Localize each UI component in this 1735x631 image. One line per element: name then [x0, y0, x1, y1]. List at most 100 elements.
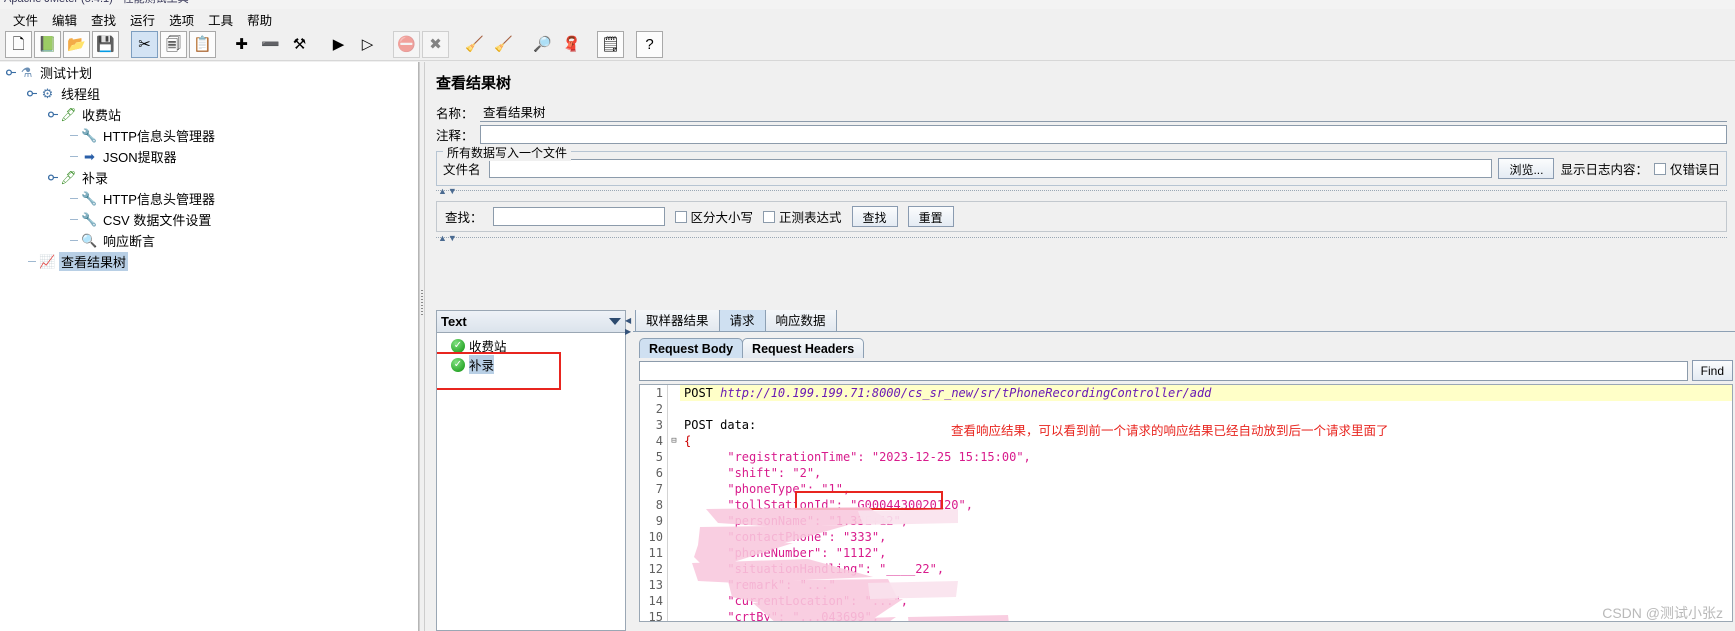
open-button[interactable]: 📂 [63, 31, 90, 58]
code-line-number: 1 [655, 386, 663, 400]
code-fold-spacer [668, 609, 680, 621]
tree-expand-handle-icon[interactable] [6, 67, 17, 78]
tree-node[interactable]: ⚙ 线程组 [0, 83, 418, 104]
function-helper-button[interactable]: 🗒 [597, 31, 624, 58]
start-button[interactable]: ▶ [325, 31, 352, 58]
detail-tab[interactable]: 取样器结果 [635, 310, 720, 331]
code-segment: "registrationTime": "2023-12-25 15:15:00… [684, 450, 1031, 464]
menu-search[interactable]: 查找 [84, 9, 123, 30]
tree-node[interactable]: 🔧 CSV 数据文件设置 [0, 209, 418, 230]
annotation-note: 查看响应结果，可以看到前一个请求的响应结果已经自动放到后一个请求里面了 [951, 424, 1389, 438]
code-segment: "situationHandling": "____22", [684, 562, 945, 576]
new-button[interactable]: 🗋 [5, 31, 32, 58]
collapse-all-button[interactable]: ➖ [257, 31, 284, 58]
find-row: Find [639, 360, 1733, 381]
regex-checkbox-box[interactable] [763, 210, 776, 223]
tree-node[interactable]: 📈 查看结果树 [0, 251, 418, 272]
help-button[interactable]: ? [636, 31, 663, 58]
results-detail-splitter[interactable] [625, 310, 633, 631]
sampler-detail-pane: 取样器结果 请求 响应数据 Request Body Request Headers … [633, 310, 1735, 631]
results-list[interactable]: ✓ 收费站 ✓ 补录 [437, 333, 625, 630]
search-find-button[interactable]: 查找 [851, 206, 898, 227]
error-only-checkbox[interactable]: 仅错误日 [1653, 159, 1720, 178]
result-list-item[interactable]: ✓ 补录 [437, 355, 625, 374]
tree-node[interactable]: 🔧 HTTP信息头管理器 [0, 188, 418, 209]
tree-leaf-icon [69, 214, 80, 225]
name-row: 名称： [426, 101, 1735, 123]
code-line-number: 3 [655, 418, 663, 432]
expand-all-button[interactable]: ✚ [228, 31, 255, 58]
case-sensitive-checkbox[interactable]: 区分大小写 [674, 207, 753, 226]
toggle-button[interactable]: ⚒ [286, 31, 313, 58]
comment-input[interactable] [480, 124, 1727, 144]
tree-expand-handle-icon[interactable] [48, 172, 59, 183]
detail-tab[interactable]: 响应数据 [764, 310, 837, 331]
case-sensitive-checkbox-box[interactable] [674, 210, 687, 223]
code-segment: "phoneNumber": "1112", [684, 546, 887, 560]
request-tab[interactable]: Request Body [639, 338, 744, 358]
code-segment: "personName": "1.33E+12", [684, 514, 908, 528]
code-fold-toggle-icon[interactable]: ⊟ [668, 433, 680, 449]
test-plan-tree[interactable]: ⚗ 测试计划 ⚙ 线程组 🖊 收费站 🔧 HTTP信息头管理器 ➡ JSON提取器 🖊 补录 🔧 HTTP… [0, 62, 419, 631]
search-button[interactable]: 🔎 [529, 31, 556, 58]
menu-file[interactable]: 文件 [6, 9, 45, 30]
collapse-arrows-icon[interactable]: ▲▼ [438, 186, 458, 196]
find-input[interactable] [639, 360, 1688, 381]
tree-node-label: CSV 数据文件设置 [103, 213, 212, 228]
menu-options[interactable]: 选项 [162, 9, 201, 30]
code-segment: POST [684, 386, 721, 400]
tree-node[interactable]: ⚗ 测试计划 [0, 62, 418, 83]
tree-node[interactable]: 🔧 HTTP信息头管理器 [0, 125, 418, 146]
result-list-item[interactable]: ✓ 收费站 [437, 336, 625, 355]
search-input[interactable] [492, 207, 665, 226]
filename-input[interactable] [489, 159, 1493, 178]
search-reset-button[interactable]: 重置 [907, 206, 954, 227]
start-no-pauses-button[interactable]: ▷ [354, 31, 381, 58]
tree-node[interactable]: 🔍 响应断言 [0, 230, 418, 251]
tree-node[interactable]: 🖊 收费站 [0, 104, 418, 125]
code-fold-spacer [668, 545, 680, 561]
tree-node[interactable]: 🖊 补录 [0, 167, 418, 188]
menu-edit[interactable]: 编辑 [45, 9, 84, 30]
code-line: "personName": "1.33E+12", [680, 513, 1732, 529]
renderer-selector[interactable]: Text [437, 311, 625, 333]
copy-button[interactable]: 🗐 [160, 31, 187, 58]
lower-collapse-strip[interactable]: ▲▼ [436, 233, 1727, 246]
paste-button[interactable]: 📋 [189, 31, 216, 58]
clear-all-button[interactable]: 🧹 [490, 31, 517, 58]
request-tab[interactable]: Request Headers [742, 338, 865, 358]
header-manager-icon: 🔧 [81, 190, 98, 206]
code-line: "situationHandling": "____22", [680, 561, 1732, 577]
error-only-checkbox-box[interactable] [1653, 162, 1666, 175]
tree-expand-handle-icon[interactable] [48, 109, 59, 120]
lower-collapse-arrows-icon[interactable]: ▲▼ [438, 233, 458, 243]
write-all-data-group: 所有数据写入一个文件 文件名 浏览... 显示日志内容： 仅错误日 [436, 144, 1727, 186]
tree-expand-handle-icon[interactable] [27, 88, 38, 99]
results-lower-area: Text ✓ 收费站 ✓ 补录 取样器结果请求响应数据 Request BodyReq… [426, 310, 1735, 631]
browse-button[interactable]: 浏览... [1498, 158, 1555, 179]
tree-node-label: 收费站 [82, 108, 122, 123]
search-reset-button[interactable]: 🧣 [558, 31, 585, 58]
clear-button[interactable]: 🧹 [461, 31, 488, 58]
save-button[interactable]: 💾 [92, 31, 119, 58]
find-button[interactable]: Find [1691, 360, 1733, 381]
panel-collapse-strip[interactable]: ▲▼ [436, 186, 1727, 199]
main-splitter[interactable] [419, 62, 425, 631]
cut-button[interactable]: ✂ [131, 31, 158, 58]
code-line-number: 4 [655, 434, 663, 448]
code-line-number: 5 [655, 450, 663, 464]
menu-run[interactable]: 运行 [123, 9, 162, 30]
menu-tools[interactable]: 工具 [201, 9, 240, 30]
code-line-number: 6 [655, 466, 663, 480]
code-line: "remark": "..." [680, 577, 1732, 593]
tree-node[interactable]: ➡ JSON提取器 [0, 146, 418, 167]
chevron-down-icon[interactable] [609, 318, 621, 325]
name-input[interactable] [480, 102, 1727, 122]
templates-button[interactable]: 📗 [34, 31, 61, 58]
code-fold-column[interactable]: ⊟ [668, 385, 680, 621]
window-title: Apache JMeter (5.4.1) - 性能测试工具 [4, 0, 189, 5]
regex-checkbox[interactable]: 正测表达式 [763, 207, 842, 226]
detail-tab[interactable]: 请求 [718, 310, 766, 331]
menu-help[interactable]: 帮助 [240, 9, 279, 30]
